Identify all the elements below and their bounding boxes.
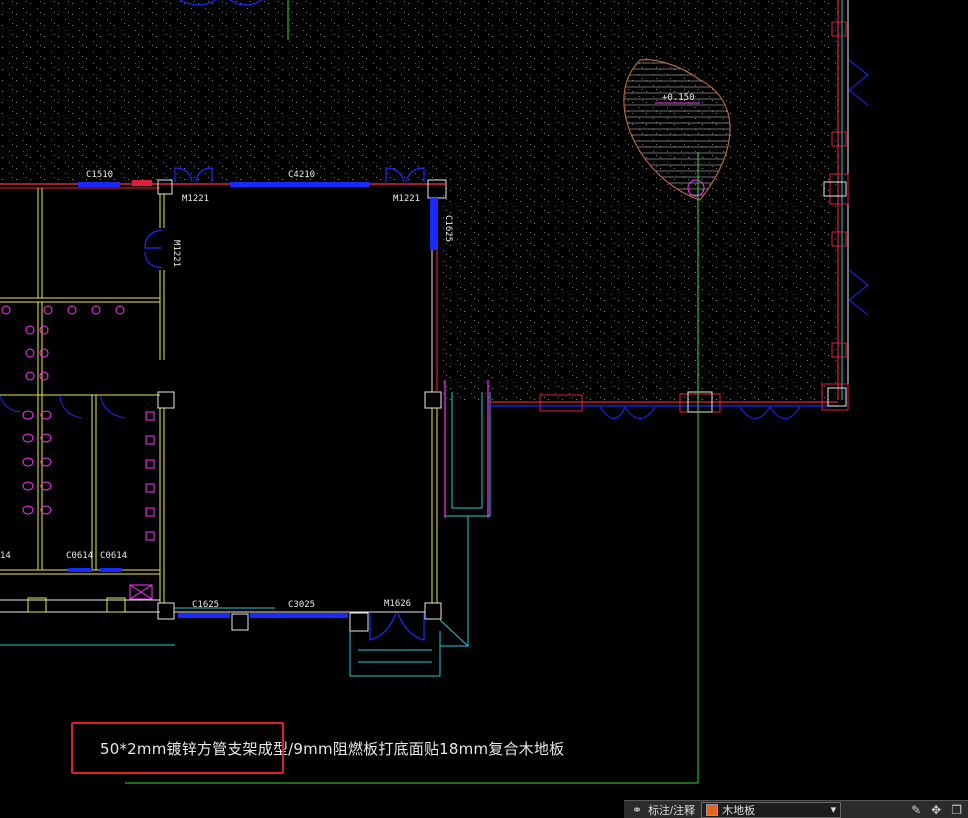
ramp-lines — [444, 392, 491, 646]
layer-color-swatch — [706, 803, 719, 816]
layer-value: 木地板 — [722, 804, 756, 817]
column — [157, 179, 173, 195]
label-m1626: M1626 — [384, 599, 411, 609]
red-marker — [132, 180, 152, 186]
label-c0614-c: 14 — [0, 551, 11, 561]
cad-drawing-canvas[interactable]: C1510 C4210 M1221 M1221 M1221 C1625 C162… — [0, 0, 968, 818]
layer-dropdown[interactable]: 木地板 ▾ — [701, 801, 842, 818]
label-c0614-a: C0614 — [66, 551, 93, 561]
window-c1510[interactable] — [78, 182, 120, 187]
column — [231, 613, 249, 631]
label-elevation: +0.150 — [662, 93, 695, 103]
door-m1221-c[interactable] — [144, 229, 163, 269]
sanitary-fixtures — [1, 305, 155, 541]
label-c1625-h: C1625 — [192, 600, 219, 610]
label-m1221-b: M1221 — [393, 194, 420, 204]
snap-icon[interactable]: ⚭ — [632, 803, 642, 817]
chevron-down-icon: ▾ — [830, 804, 837, 816]
annotation-scale-label[interactable]: 标注/注释 — [648, 802, 695, 818]
column — [157, 602, 175, 620]
toilet-doors[interactable] — [0, 395, 126, 419]
column — [349, 612, 369, 632]
window-c1625-h[interactable] — [178, 613, 230, 618]
edit-icon[interactable]: ✎ — [911, 803, 921, 817]
label-c1510: C1510 — [86, 170, 113, 180]
floor-pattern-area-right — [438, 180, 838, 402]
column — [424, 602, 442, 620]
window-arcs-south — [599, 405, 801, 419]
window-c1625-v[interactable] — [430, 198, 438, 250]
label-m1221-a: M1221 — [182, 194, 209, 204]
window-icon[interactable]: ❐ — [951, 803, 962, 817]
status-bar: ⚭ 标注/注释 木地板 ▾ ✎ ✥ ❐ — [624, 800, 968, 818]
window-small[interactable] — [68, 568, 92, 572]
label-c4210: C4210 — [288, 170, 315, 180]
door-m1626[interactable] — [369, 612, 425, 641]
label-c3025: C3025 — [288, 600, 315, 610]
label-m1221-c: M1221 — [171, 240, 181, 267]
column — [157, 391, 175, 409]
window-c3025[interactable] — [250, 613, 348, 618]
window-c4210[interactable] — [230, 182, 370, 187]
label-c0614-b: C0614 — [100, 551, 127, 561]
window-small[interactable] — [100, 568, 122, 572]
window-arcs-east — [848, 59, 869, 316]
cursor-icon[interactable]: ✥ — [931, 803, 941, 817]
label-c1625-v: C1625 — [443, 215, 453, 242]
highlight-box — [71, 722, 284, 774]
